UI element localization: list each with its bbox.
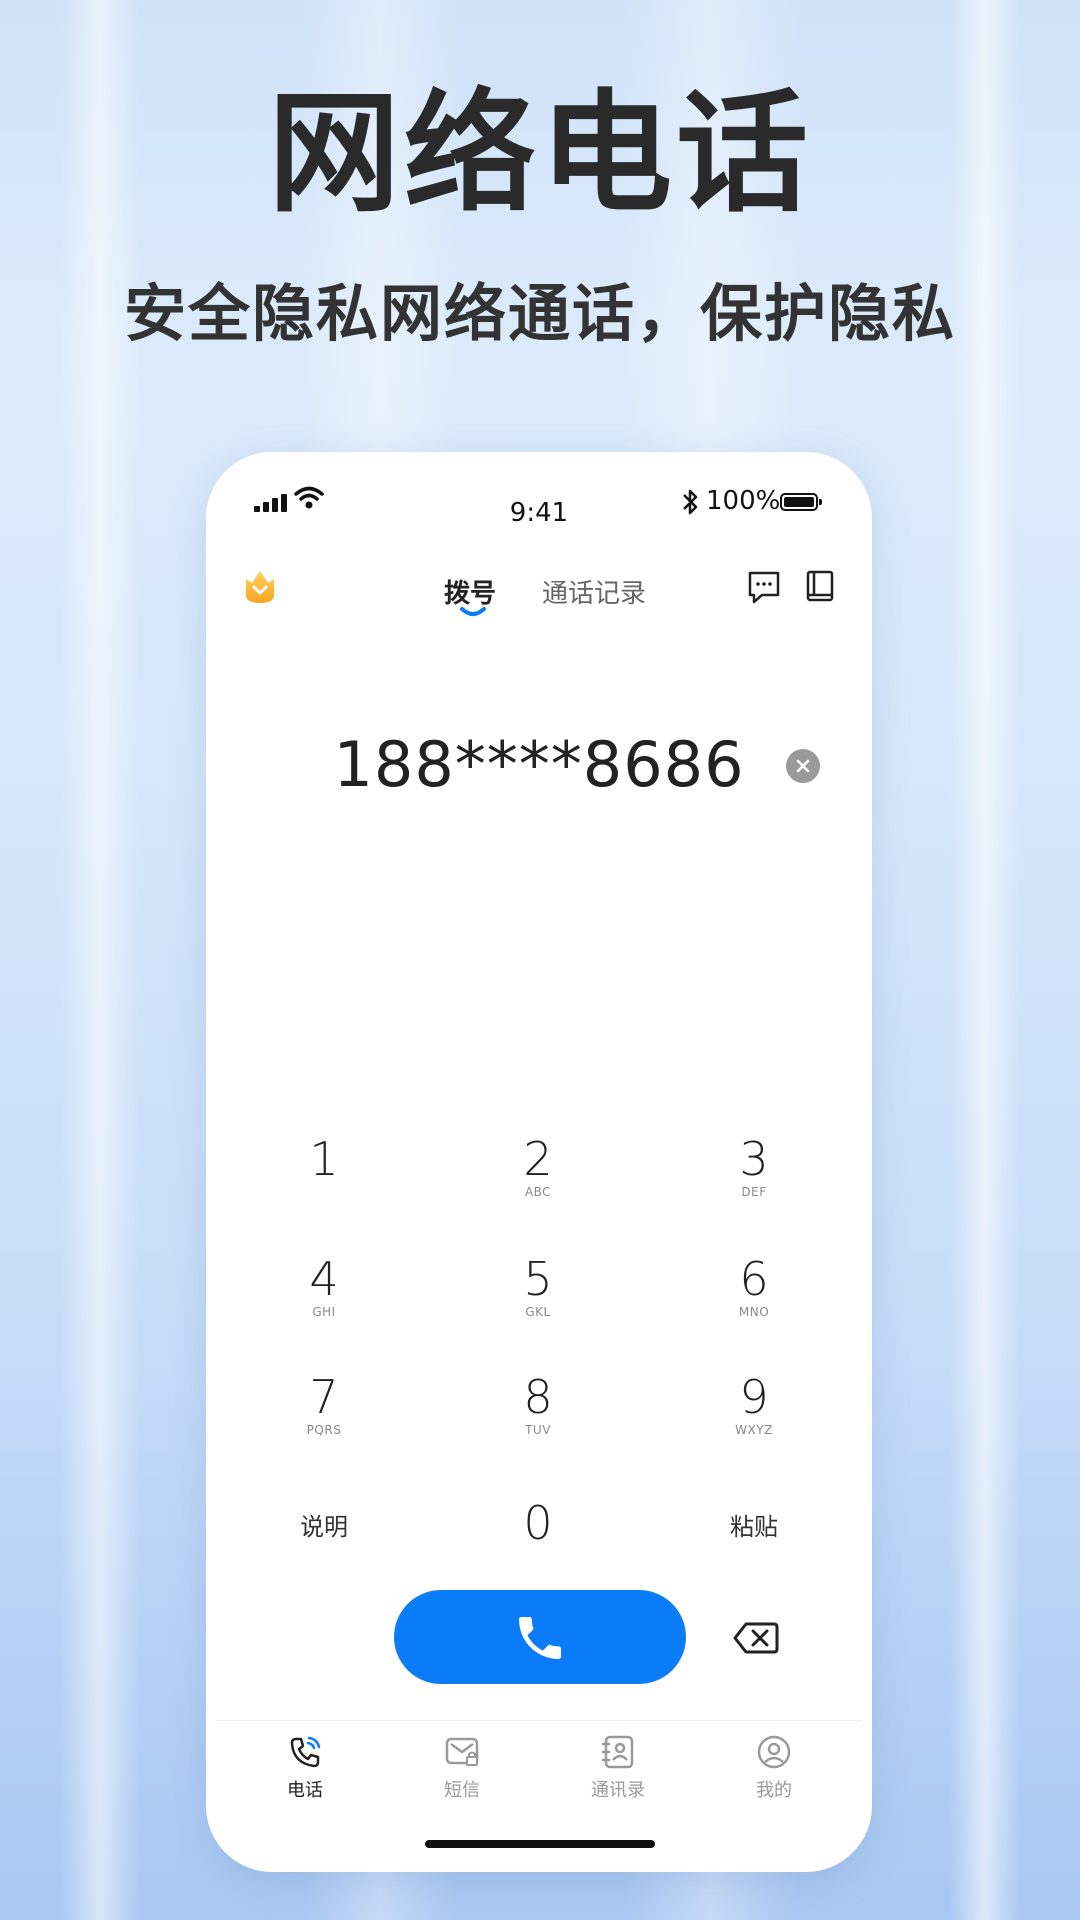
dial-key-3[interactable]: 3 DEF: [684, 1132, 824, 1232]
status-bar: 9:41 100%: [206, 482, 872, 528]
contacts-icon: [601, 1735, 634, 1769]
message-icon[interactable]: [746, 567, 782, 607]
dial-key-9[interactable]: 9 WXYZ: [684, 1370, 824, 1470]
dial-key-7[interactable]: 7 PQRS: [254, 1370, 394, 1470]
dial-key-0[interactable]: 0: [468, 1488, 608, 1588]
shield-icon[interactable]: [240, 567, 280, 607]
bottom-nav-sms[interactable]: 短信: [402, 1724, 522, 1814]
dialed-number: 188****8686: [333, 728, 745, 801]
active-tab-indicator: [460, 607, 486, 616]
battery-percent: 100%: [706, 486, 781, 516]
dial-key-5[interactable]: 5 GKL: [468, 1252, 608, 1352]
top-nav: 拨号 通话记录: [206, 557, 872, 627]
home-indicator: [425, 1840, 655, 1848]
phone-screen: 9:41 100% 拨号 通话记录 188****8686 1 2 ABC 3 …: [206, 452, 872, 1872]
dial-key-2[interactable]: 2 ABC: [468, 1132, 608, 1232]
sms-icon: [445, 1737, 479, 1766]
paste-button[interactable]: 粘贴: [684, 1488, 824, 1588]
bottom-nav-phone[interactable]: 电话: [245, 1724, 365, 1814]
instructions-button[interactable]: 说明: [254, 1488, 394, 1588]
backspace-icon[interactable]: [732, 1620, 780, 1656]
contacts-book-icon[interactable]: [802, 567, 838, 607]
bottom-nav-profile[interactable]: 我的: [714, 1724, 834, 1814]
promo-headline: 网络电话: [268, 77, 812, 231]
phone-handset-icon: [519, 1617, 561, 1659]
bluetooth-icon: [683, 489, 698, 515]
tab-call-log[interactable]: 通话记录: [542, 573, 646, 610]
dial-key-8[interactable]: 8 TUV: [468, 1370, 608, 1470]
battery-icon: [780, 493, 822, 511]
bottom-nav-contacts[interactable]: 通讯录: [558, 1724, 678, 1814]
dial-key-4[interactable]: 4 GHI: [254, 1252, 394, 1352]
profile-icon: [757, 1735, 791, 1769]
dial-key-1[interactable]: 1: [254, 1132, 394, 1232]
close-icon: [796, 759, 810, 773]
clear-number-button[interactable]: [786, 749, 820, 783]
promo-subheadline: 安全隐私网络通话，保护隐私: [123, 277, 956, 350]
call-button[interactable]: [394, 1590, 686, 1684]
phone-icon: [290, 1736, 321, 1768]
dial-key-6[interactable]: 6 MNO: [684, 1252, 824, 1352]
tab-dial[interactable]: 拨号: [444, 573, 496, 610]
bottom-nav-divider: [216, 1720, 862, 1721]
